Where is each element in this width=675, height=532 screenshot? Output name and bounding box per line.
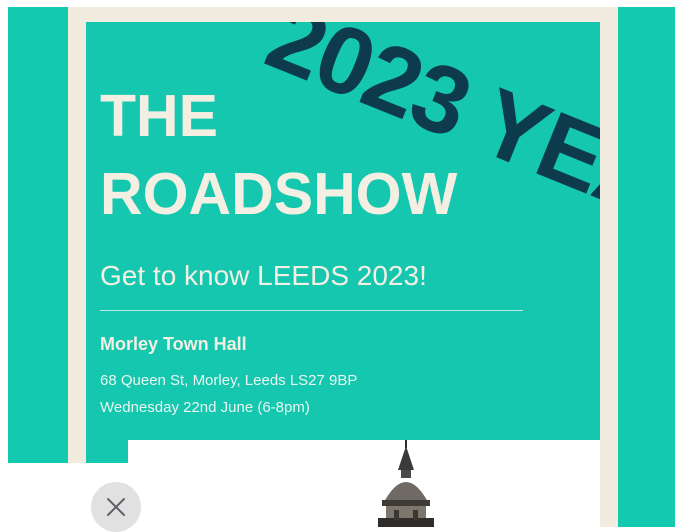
venue-name: Morley Town Hall (100, 334, 247, 354)
poster-title-line2: ROADSHOW (100, 161, 458, 227)
close-icon (107, 498, 125, 516)
venue-address: 68 Queen St, Morley, Leeds LS27 9BP (100, 372, 358, 389)
bottom-overlay (0, 463, 333, 527)
event-poster: 2023 YEAR OF THE ROADSHOW Get to know LE… (86, 22, 600, 527)
close-button[interactable] (91, 482, 141, 532)
poster-subtitle: Get to know LEEDS 2023! (100, 260, 427, 291)
poster-divider (100, 310, 523, 311)
event-date: Wednesday 22nd June (6-8pm) (100, 399, 310, 416)
poster-title-line1: THE (100, 83, 218, 149)
